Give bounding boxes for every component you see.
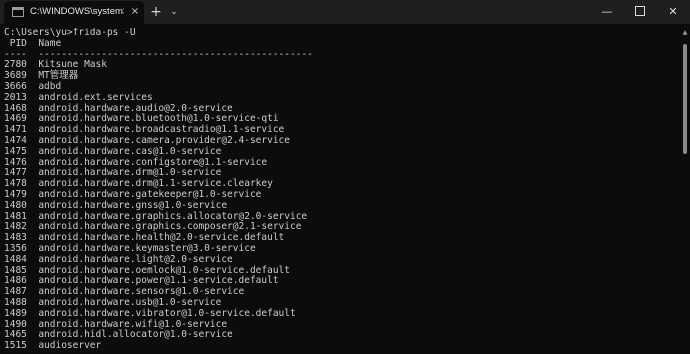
console-output[interactable]: C:\Users\yu>frida-ps -U PID Name ---- ---… (4, 28, 674, 354)
tab-close-icon[interactable]: × (128, 5, 142, 19)
scrollbar-thumb[interactable] (683, 44, 687, 154)
terminal-icon (12, 7, 24, 17)
console-line: 1489 android.hardware.vibrator@1.0-servi… (4, 307, 296, 319)
tab-cmd[interactable]: C:\WINDOWS\system32\cmd.exe × (4, 1, 144, 24)
console-line: 1515 audioserver (4, 340, 102, 352)
tab-title: C:\WINDOWS\system32\cmd.exe (30, 6, 124, 17)
scroll-up-arrow-icon[interactable]: ▲ (682, 30, 688, 36)
chevron-down-icon[interactable]: ⌄ (166, 4, 182, 20)
console-line: 1465 android.hidl.allocator@1.0-service (4, 329, 233, 341)
minimize-button[interactable]: — (590, 0, 624, 24)
close-window-button[interactable]: ✕ (656, 0, 690, 24)
console-line: 2780 Kitsune Mask (4, 59, 107, 71)
new-tab-button[interactable]: + (148, 4, 164, 20)
console-line: 1480 android.hardware.gnss@1.0-service (4, 199, 228, 211)
maximize-icon (635, 6, 645, 16)
console-line: 2013 android.ext.services (4, 91, 153, 103)
console-line: 3689 MT管理器 (4, 70, 79, 82)
vertical-scrollbar[interactable]: ▲ (682, 26, 688, 354)
console-line: 1484 android.hardware.light@2.0-service (4, 253, 233, 265)
console-line: C:\Users\yu>frida-ps -U (4, 28, 136, 38)
maximize-button[interactable] (623, 0, 657, 24)
title-bar: C:\WINDOWS\system32\cmd.exe × + ⌄ — ✕ (0, 0, 690, 24)
console-line: PID Name (4, 37, 62, 49)
console-line: 1475 android.hardware.cas@1.0-service (4, 145, 222, 157)
